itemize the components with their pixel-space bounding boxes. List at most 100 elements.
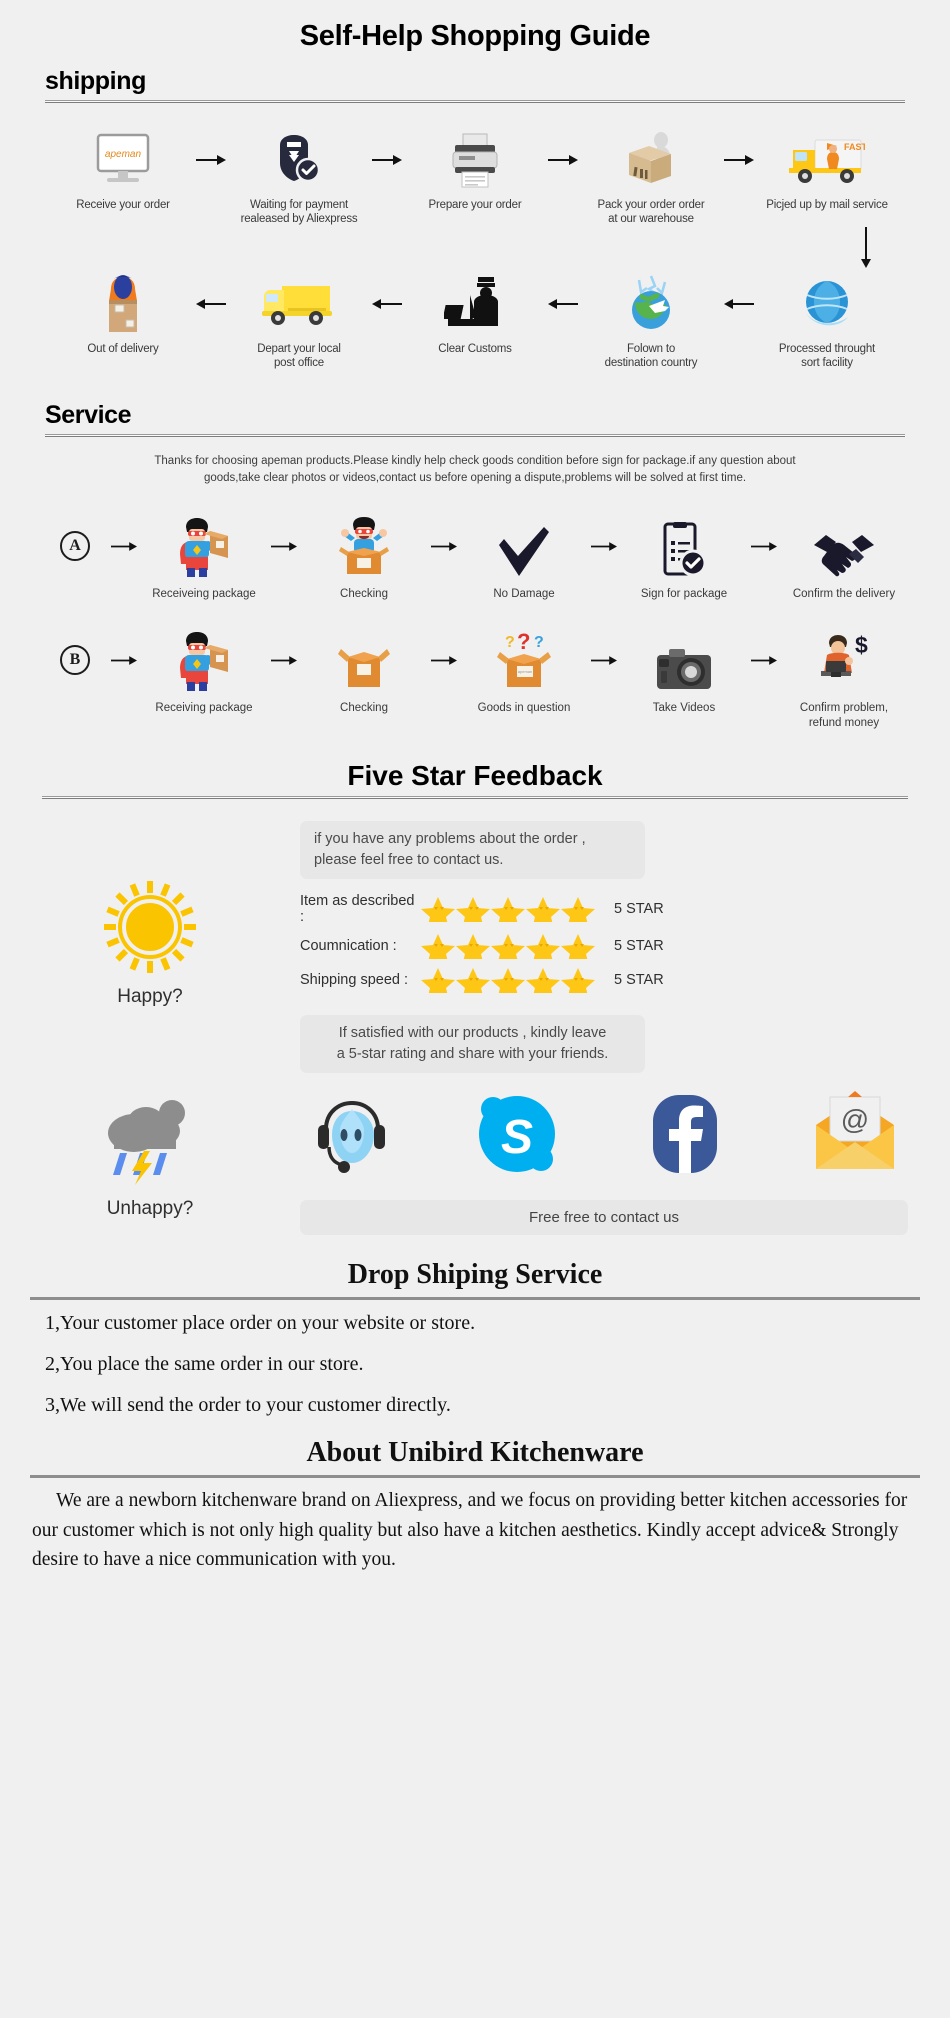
feedback-bubble-top: if you have any problems about the order…: [300, 821, 645, 880]
arrow-right-icon: [583, 627, 625, 693]
social-icon-row: S @: [300, 1091, 908, 1182]
shipping-step-label: Processed throught sort facility: [778, 342, 876, 370]
badge-letter: A: [60, 531, 90, 561]
customs-officer-icon: [409, 273, 541, 335]
svg-text:$: $: [855, 633, 868, 658]
service-step-checking-b: Checking: [305, 627, 423, 715]
facebook-icon[interactable]: [641, 1091, 729, 1182]
arrow-right-icon: [583, 513, 625, 579]
rating-label: Shipping speed :: [300, 972, 409, 989]
svg-text:FAST: FAST: [844, 142, 865, 152]
shipping-step-label: Pack your order order at our warehouse: [597, 199, 705, 226]
social-column: S @ Free free to contact us: [300, 1091, 950, 1236]
shipping-step-label: Clear Customs: [438, 342, 512, 355]
globe-plane-icon: [585, 273, 717, 335]
service-step-label: Take Videos: [652, 702, 716, 715]
service-row-b: B Receiving package Checking ? ? ? apema…: [0, 627, 950, 730]
dropshipping-line-2: 2,You place the same order in our store.: [45, 1353, 364, 1376]
feedback-right-column: if you have any problems about the order…: [300, 821, 950, 1074]
shipping-step-receive-order: apeman Receive your order: [57, 129, 189, 212]
printer-icon: [409, 129, 541, 191]
shipping-step-picked-up: FAST Picjed up by mail service: [761, 129, 893, 212]
arrow-right-icon: [103, 513, 145, 579]
service-divider: [45, 433, 905, 437]
rating-row: Item as described : 5 STAR: [300, 893, 910, 925]
dropshipping-line-3: 3,We will send the order to your custome…: [45, 1394, 451, 1417]
service-step-label: Goods in question: [477, 702, 571, 715]
happy-label: Happy?: [117, 986, 183, 1008]
arrow-right-icon: [423, 627, 465, 693]
payment-shield-icon: [233, 129, 365, 191]
dropshipping-divider: [30, 1297, 920, 1301]
skype-icon[interactable]: S: [473, 1091, 561, 1182]
service-step-label: Confirm problem, refund money: [799, 702, 889, 729]
svg-text:@: @: [841, 1104, 869, 1135]
courier-parcel-icon: [57, 273, 189, 335]
camera-icon: [625, 627, 743, 693]
star-rating: [420, 896, 600, 923]
shipping-step-label: Folown to destination country: [604, 342, 698, 370]
arrow-left-icon: [189, 273, 233, 335]
service-heading: Service: [45, 400, 132, 429]
shipping-step-out-of-delivery: Out of delivery: [57, 273, 189, 356]
sun-icon: [102, 879, 198, 980]
svg-text:?: ?: [534, 634, 544, 651]
refund-person-icon: $: [785, 627, 903, 693]
svg-text:apeman: apeman: [518, 669, 532, 674]
shipping-step-label: Waiting for payment realeased by Aliexpr…: [240, 199, 358, 226]
arrow-right-icon: [717, 129, 761, 191]
arrow-right-icon: [103, 627, 145, 693]
svg-text:S: S: [501, 1111, 533, 1164]
email-icon[interactable]: @: [808, 1091, 902, 1182]
rating-value: 5 STAR: [614, 972, 664, 989]
arrow-left-icon: [541, 273, 585, 335]
packing-box-icon: [585, 129, 717, 191]
shipping-step-flown-destination: Folown to destination country: [585, 273, 717, 371]
arrow-right-icon: [743, 627, 785, 693]
svg-text:?: ?: [517, 631, 530, 654]
dropshipping-heading: Drop Shiping Service: [347, 1259, 603, 1291]
hero-opening-box-icon: [305, 513, 423, 579]
yellow-van-icon: [233, 273, 365, 335]
service-step-label: Receiveing package: [152, 588, 256, 600]
service-step-confirm-delivery: Confirm the delivery: [785, 513, 903, 601]
shipping-step-clear-customs: Clear Customs: [409, 273, 541, 356]
rating-label: Coumnication :: [300, 938, 397, 955]
page-title: Self-Help Shopping Guide: [299, 20, 651, 52]
blue-globe-icon: [761, 273, 893, 335]
service-step-checking: Checking: [305, 513, 423, 601]
live-chat-headset-icon[interactable]: [306, 1091, 394, 1182]
arrow-right-icon: [743, 513, 785, 579]
service-step-no-damage: No Damage: [465, 513, 583, 601]
contact-bar[interactable]: Free free to contact us: [300, 1200, 908, 1236]
box-question-marks-icon: ? ? ? apeman: [465, 627, 583, 693]
happy-block: Happy?: [0, 821, 300, 1073]
service-step-label: Checking: [340, 702, 388, 715]
service-step-label: Sign for package: [640, 588, 728, 600]
checkmark-icon: [465, 513, 583, 579]
shipping-step-pack-order: Pack your order order at our warehouse: [585, 129, 717, 227]
shipping-row-2: Out of delivery Depart your local post o…: [0, 273, 950, 371]
arrow-right-icon: [541, 129, 585, 191]
handshake-icon: [785, 513, 903, 579]
hero-with-parcel-icon: [145, 513, 263, 579]
arrow-right-icon: [263, 627, 305, 693]
service-badge-a: A: [47, 513, 103, 579]
star-rating: [420, 967, 600, 994]
about-heading: About Unibird Kitchenware: [306, 1437, 644, 1469]
open-box-icon: [305, 627, 423, 693]
service-badge-b: B: [47, 627, 103, 693]
shipping-step-sort-facility: Processed throught sort facility: [761, 273, 893, 371]
guide-page: Self-Help Shopping Guide shipping apeman…: [0, 0, 950, 1575]
arrow-left-icon: [365, 273, 409, 335]
arrow-right-icon: [365, 129, 409, 191]
arrow-left-icon: [717, 273, 761, 335]
service-note: Thanks for choosing apeman products.Plea…: [154, 454, 796, 484]
service-step-receiving-package-b: Receiving package: [145, 627, 263, 715]
arrow-right-icon: [189, 129, 233, 191]
shipping-step-label: Receive your order: [76, 199, 170, 211]
shipping-step-depart-post-office: Depart your local post office: [233, 273, 365, 371]
shipping-step-waiting-payment: Waiting for payment realeased by Aliexpr…: [233, 129, 365, 227]
arrow-right-icon: [423, 513, 465, 579]
service-step-confirm-refund: $ Confirm problem, refund money: [785, 627, 903, 730]
